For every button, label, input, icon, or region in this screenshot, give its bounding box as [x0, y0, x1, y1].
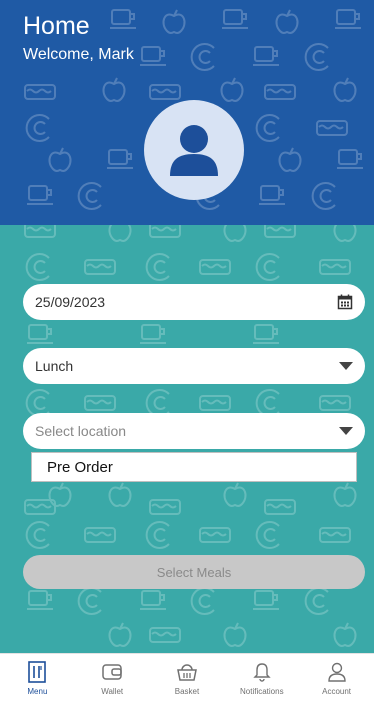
home-screen: Home Welcome, Mark 25/09/2023 Lunch Sele…	[0, 0, 374, 712]
wallet-icon	[102, 661, 122, 683]
calendar-icon[interactable]	[337, 294, 353, 310]
tab-notifications-label: Notifications	[240, 687, 284, 696]
select-meals-button[interactable]: Select Meals	[23, 555, 365, 589]
meal-type-value: Lunch	[35, 358, 74, 374]
user-icon	[170, 125, 218, 176]
tab-basket-label: Basket	[174, 687, 200, 696]
header-background: Home Welcome, Mark	[0, 0, 374, 225]
menu-icon	[28, 661, 47, 683]
bell-icon	[253, 661, 271, 683]
location-dropdown: Pre Order	[31, 452, 357, 482]
avatar[interactable]	[144, 100, 244, 200]
date-field[interactable]: 25/09/2023	[23, 284, 365, 320]
welcome-message: Welcome, Mark	[23, 46, 134, 63]
tab-wallet[interactable]: Wallet	[75, 654, 150, 712]
tab-basket[interactable]: Basket	[150, 654, 225, 712]
bottom-tab-bar: Menu Wallet Basket Notifications Account	[0, 653, 374, 712]
account-icon	[327, 661, 346, 683]
page-title: Home	[23, 12, 90, 40]
tab-account[interactable]: Account	[299, 654, 374, 712]
tab-menu[interactable]: Menu	[0, 654, 75, 712]
chevron-down-icon[interactable]	[339, 362, 353, 370]
basket-icon	[177, 661, 197, 683]
meal-type-select[interactable]: Lunch	[23, 348, 365, 384]
tab-account-label: Account	[322, 687, 352, 696]
location-placeholder: Select location	[35, 423, 127, 439]
tab-notifications[interactable]: Notifications	[224, 654, 299, 712]
chevron-down-icon[interactable]	[339, 427, 353, 435]
tab-wallet-label: Wallet	[101, 687, 124, 696]
date-value: 25/09/2023	[35, 294, 106, 310]
tab-menu-label: Menu	[27, 687, 48, 696]
dropdown-option-pre-order[interactable]: Pre Order	[32, 453, 356, 481]
location-select[interactable]: Select location	[23, 413, 365, 449]
